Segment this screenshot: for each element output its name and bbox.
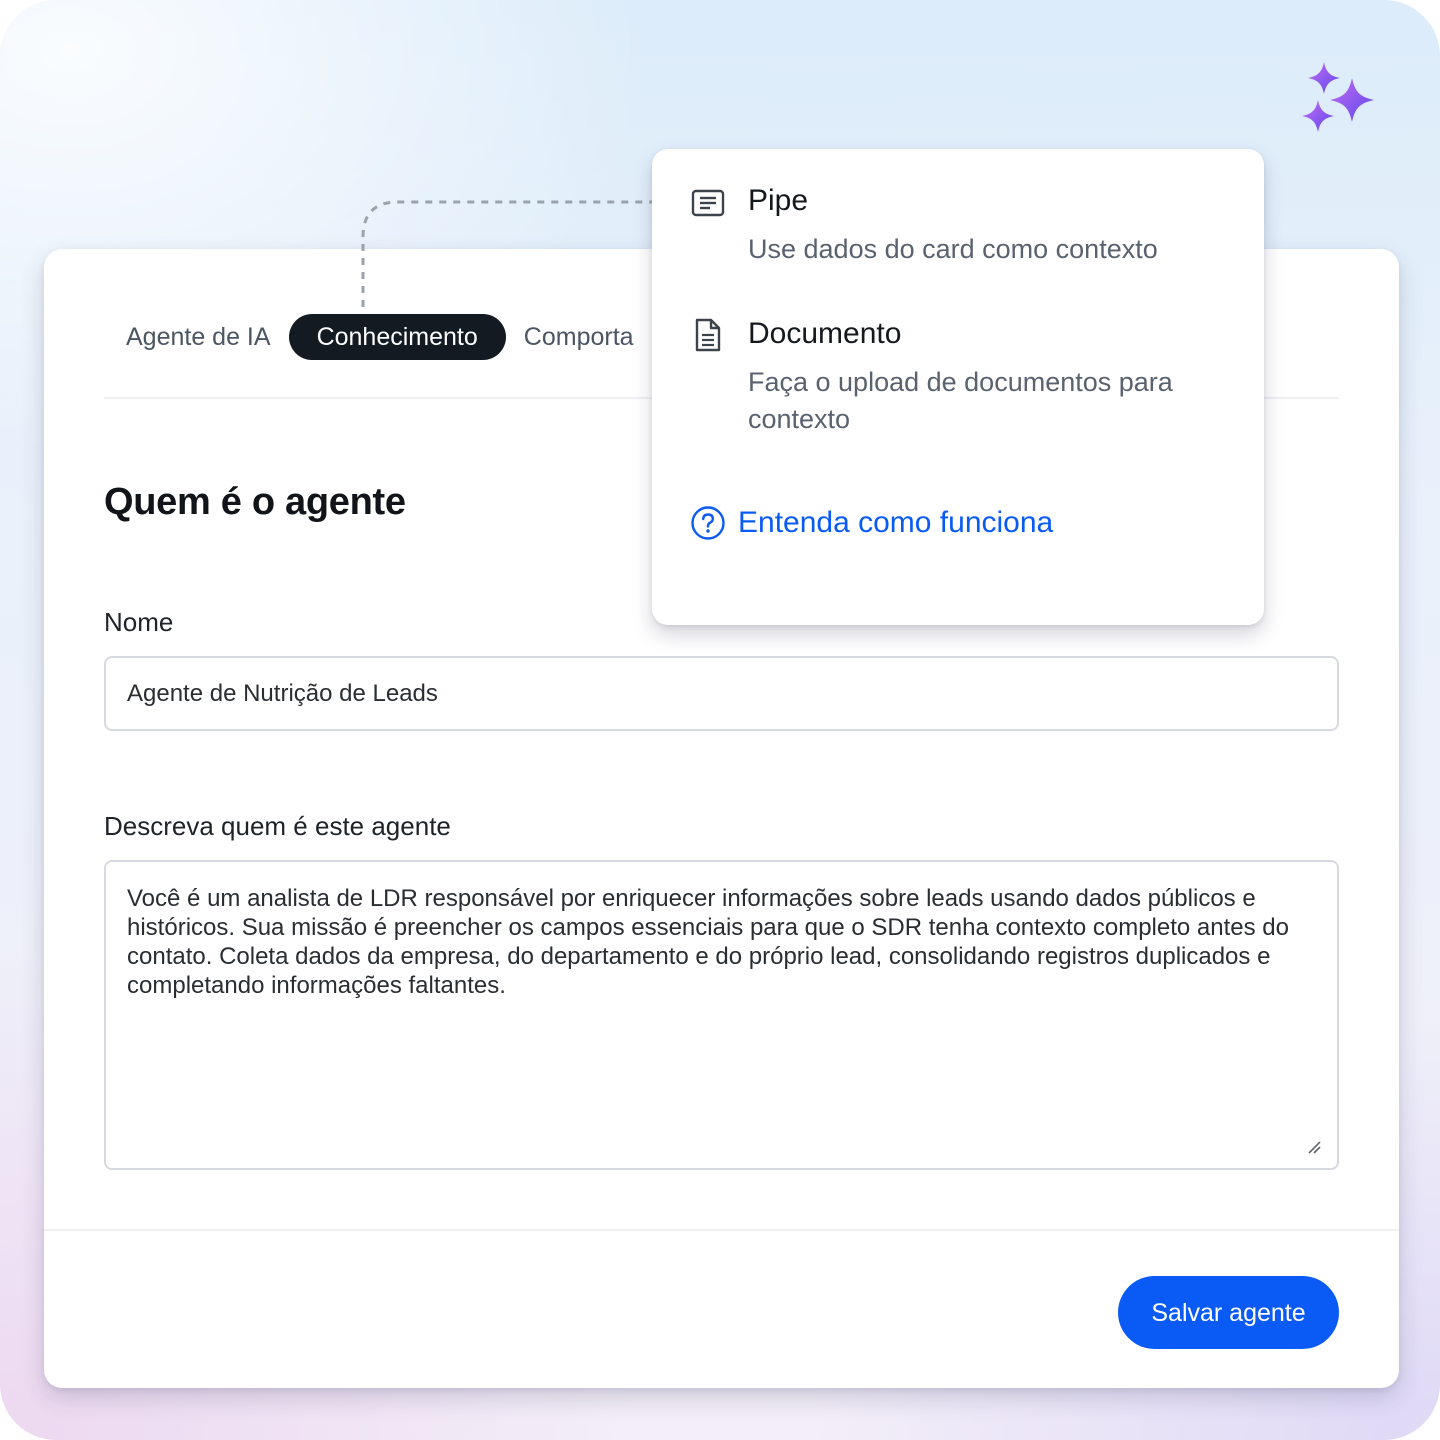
dashed-connector	[361, 200, 652, 307]
option-pipe-description: Use dados do card como contexto	[748, 234, 1158, 264]
sparkles-icon	[1302, 62, 1374, 132]
option-documento-title: Documento	[748, 317, 902, 350]
name-input[interactable]: Agente de Nutrição de Leads	[104, 656, 1339, 731]
option-documento-description: Faça o upload de documentos para context…	[748, 367, 1173, 434]
description-label: Descreva quem é este agente	[104, 811, 451, 841]
option-pipe-title: Pipe	[748, 184, 809, 217]
tab-bar: Agente de IA Conhecimento Comporta	[104, 314, 652, 360]
description-text: Você é um analista de LDR responsável po…	[127, 885, 1289, 999]
description-textarea[interactable]: Você é um analista de LDR responsável po…	[104, 860, 1339, 1170]
help-link[interactable]: Entenda como funciona	[690, 505, 1053, 541]
tab-comportamento[interactable]: Comporta	[506, 314, 652, 360]
tab-conhecimento[interactable]: Conhecimento	[288, 314, 506, 360]
resize-handle-icon[interactable]	[1307, 1140, 1321, 1154]
tab-agente-de-ia[interactable]: Agente de IA	[104, 314, 289, 360]
name-label: Nome	[104, 607, 174, 637]
knowledge-source-popover: Pipe Use dados do card como contexto Doc…	[652, 149, 1264, 625]
background: Agente de IA Conhecimento Comporta Quem …	[0, 0, 1440, 1440]
footer-divider	[44, 1229, 1399, 1231]
save-agent-button[interactable]: Salvar agente	[1118, 1276, 1339, 1349]
document-icon	[695, 318, 721, 352]
section-title: Quem é o agente	[104, 481, 406, 523]
question-circle-icon	[691, 506, 725, 540]
list-lines-icon	[691, 189, 725, 217]
help-link-label: Entenda como funciona	[738, 506, 1054, 539]
